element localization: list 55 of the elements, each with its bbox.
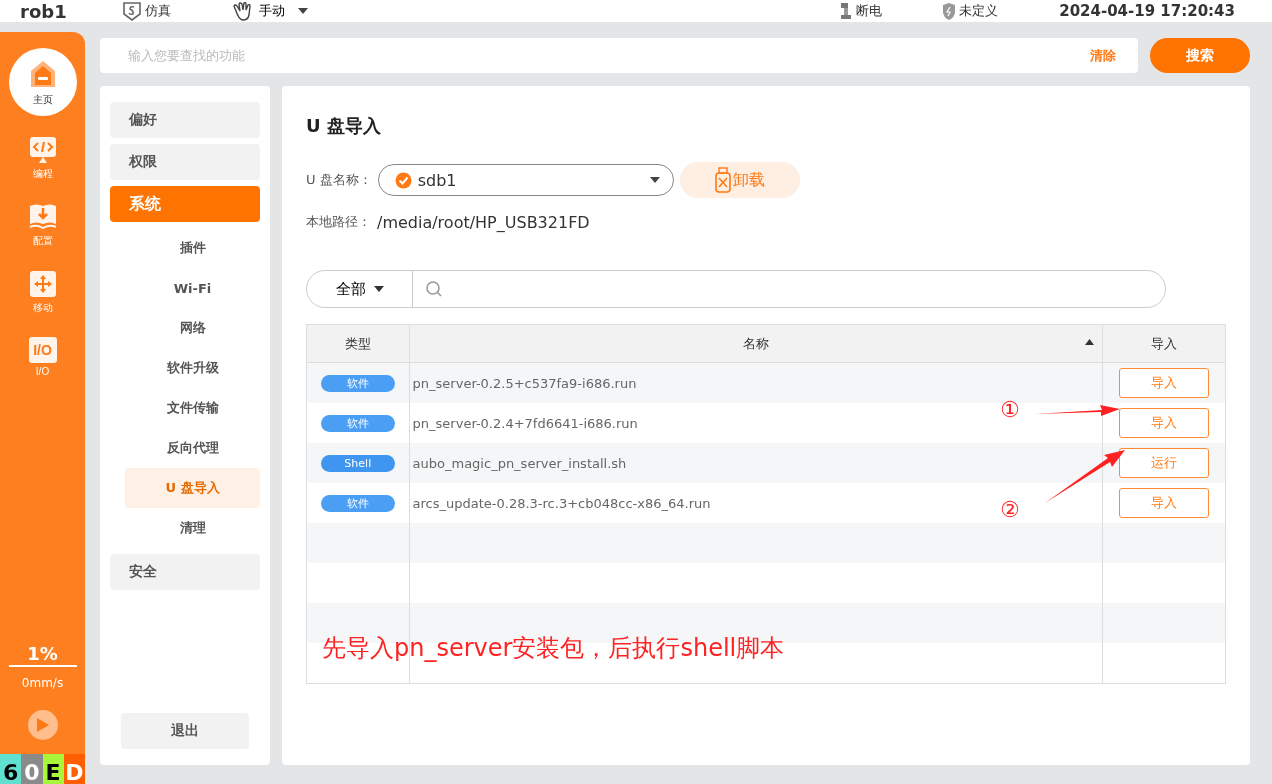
usb-eject-icon bbox=[714, 167, 731, 193]
file-name: pn_server-0.2.5+c537fa9-i686.run bbox=[411, 375, 637, 391]
annotation-note: 先导入pn_server安装包，后执行shell脚本 bbox=[322, 633, 785, 664]
menu-item[interactable]: 权限 bbox=[110, 144, 260, 180]
exit-button[interactable]: 退出 bbox=[121, 713, 249, 749]
datetime: 2024-04-19 17:20:43 bbox=[1059, 2, 1235, 20]
file-name: arcs_update-0.28.3-rc.3+cb048cc-x86_64.run bbox=[411, 495, 711, 511]
caret-icon bbox=[296, 6, 310, 16]
submenu-item[interactable]: 插件 bbox=[125, 228, 260, 268]
step-number: ② bbox=[1000, 499, 1020, 521]
menu-item[interactable]: 偏好 bbox=[110, 102, 260, 138]
file-name: aubo_magic_pn_server_install.sh bbox=[411, 455, 627, 471]
io-icon: I/O bbox=[28, 337, 57, 363]
caret-icon bbox=[648, 176, 661, 184]
menu-item[interactable]: 安全 bbox=[110, 554, 260, 590]
robot-name: rob1 bbox=[20, 0, 68, 22]
control-mode-dropdown[interactable]: 手动 bbox=[232, 1, 310, 21]
status-block: 0 bbox=[21, 754, 43, 784]
mode-label: 仿真 bbox=[145, 2, 171, 20]
type-tag: 软件 bbox=[320, 494, 395, 512]
shield-s-icon bbox=[122, 1, 142, 21]
type-tag: 软件 bbox=[320, 414, 395, 432]
column-header: 类型 bbox=[306, 324, 410, 363]
download-icon bbox=[28, 203, 57, 231]
submenu-item[interactable]: 文件传输 bbox=[125, 388, 260, 428]
submenu-item[interactable]: 清理 bbox=[125, 508, 260, 548]
type-tag: Shell bbox=[320, 454, 395, 472]
submenu-item[interactable]: 软件升级 bbox=[125, 348, 260, 388]
speed-percent: 1% bbox=[8, 643, 77, 667]
power-status: 断电 bbox=[856, 2, 882, 20]
sort-icon[interactable] bbox=[1085, 339, 1095, 345]
move-arrows-icon bbox=[28, 270, 57, 298]
play-button[interactable] bbox=[27, 710, 58, 740]
play-icon bbox=[35, 717, 50, 733]
safety-status: 未定义 bbox=[959, 2, 998, 20]
submenu-item[interactable]: Wi-Fi bbox=[125, 268, 260, 308]
nav-item[interactable]: 主页 bbox=[8, 48, 77, 116]
status-block: E bbox=[42, 754, 64, 784]
submenu-item[interactable]: 反向代理 bbox=[125, 428, 260, 468]
column-header[interactable]: 名称 bbox=[409, 324, 1103, 363]
monitor-code-icon bbox=[28, 136, 57, 164]
local-path: /media/root/HP_USB321FD bbox=[377, 212, 590, 232]
robot-arm-icon bbox=[839, 2, 853, 20]
status-block: D bbox=[63, 754, 85, 784]
step-number: ① bbox=[1000, 399, 1020, 421]
check-icon bbox=[394, 171, 412, 189]
file-name: pn_server-0.2.4+7fd6641-i686.run bbox=[411, 415, 638, 431]
path-label: 本地路径： bbox=[306, 213, 371, 231]
status-block: 6 bbox=[0, 754, 22, 784]
page-title: U 盘导入 bbox=[306, 114, 382, 138]
type-tag: 软件 bbox=[320, 374, 395, 392]
speed-value: 0mm/s bbox=[21, 676, 64, 690]
submenu-item[interactable]: 网络 bbox=[125, 308, 260, 348]
column-header: 导入 bbox=[1102, 324, 1226, 363]
drive-label: U 盘名称： bbox=[306, 171, 372, 189]
